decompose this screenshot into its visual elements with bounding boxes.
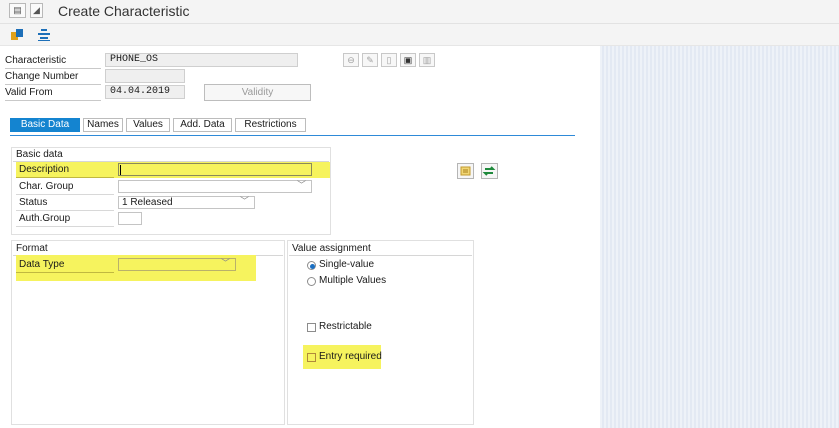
tab-basic-data[interactable]: Basic Data <box>10 118 80 132</box>
characteristic-field[interactable]: PHONE_OS <box>105 53 298 67</box>
status-select[interactable]: 1 Released ﹀ <box>118 196 255 209</box>
change-number-field[interactable] <box>105 69 185 83</box>
characteristic-label: Characteristic <box>5 54 101 69</box>
data-type-label: Data Type <box>16 258 114 273</box>
entry-required-label: Entry required <box>319 351 382 362</box>
tab-restrictions[interactable]: Restrictions <box>235 118 306 132</box>
chevron-down-icon: ﹀ <box>296 180 306 190</box>
change-number-label: Change Number <box>5 70 101 85</box>
chevron-down-icon: ﹀ <box>239 196 249 206</box>
chevron-down-icon: ﹀ <box>220 258 230 268</box>
valid-from-field[interactable]: 04.04.2019 <box>105 85 185 99</box>
description-label: Description <box>16 163 114 178</box>
value-assignment-title: Value assignment <box>289 242 472 256</box>
single-value-radio[interactable] <box>307 261 316 270</box>
single-value-label: Single-value <box>319 259 375 270</box>
application-toolbar <box>0 24 839 46</box>
status-value: 1 Released <box>122 197 173 208</box>
display-icon[interactable]: ⊖ <box>343 53 359 67</box>
transport-icon[interactable] <box>11 29 23 40</box>
switch-icon[interactable] <box>481 163 498 179</box>
description-input[interactable] <box>118 163 312 176</box>
long-text-icon[interactable] <box>457 163 474 179</box>
auth-group-input[interactable] <box>118 212 142 225</box>
char-group-label: Char. Group <box>16 180 114 195</box>
multiple-values-label: Multiple Values <box>319 275 387 286</box>
page-title: Create Characteristic <box>58 3 190 19</box>
char-group-select[interactable]: ﹀ <box>118 180 312 193</box>
background-pattern <box>600 46 839 428</box>
multiple-values-radio[interactable] <box>307 277 316 286</box>
basic-data-title: Basic data <box>13 148 329 162</box>
entry-required-checkbox[interactable] <box>307 353 316 362</box>
text-cursor <box>120 165 121 175</box>
auth-group-label: Auth.Group <box>16 212 114 227</box>
copy-icon[interactable]: ▣ <box>400 53 416 67</box>
hierarchy-icon[interactable] <box>38 29 50 41</box>
tab-values[interactable]: Values <box>126 118 170 132</box>
tab-underline <box>10 135 575 136</box>
menu-icon[interactable]: ▤ <box>9 3 26 18</box>
restrictable-label: Restrictable <box>319 321 372 332</box>
restrictable-checkbox[interactable] <box>307 323 316 332</box>
create-icon[interactable]: ▯ <box>381 53 397 67</box>
tab-names[interactable]: Names <box>83 118 123 132</box>
validity-button[interactable]: Validity <box>204 84 311 101</box>
format-title: Format <box>13 242 283 256</box>
tab-add-data[interactable]: Add. Data <box>173 118 232 132</box>
valid-from-label: Valid From <box>5 86 101 101</box>
status-label: Status <box>16 196 114 211</box>
data-type-select[interactable]: ﹀ <box>118 258 236 271</box>
edit-icon[interactable]: ✎ <box>362 53 378 67</box>
resize-icon[interactable]: ◢ <box>30 3 43 18</box>
delete-icon[interactable]: ▥ <box>419 53 435 67</box>
